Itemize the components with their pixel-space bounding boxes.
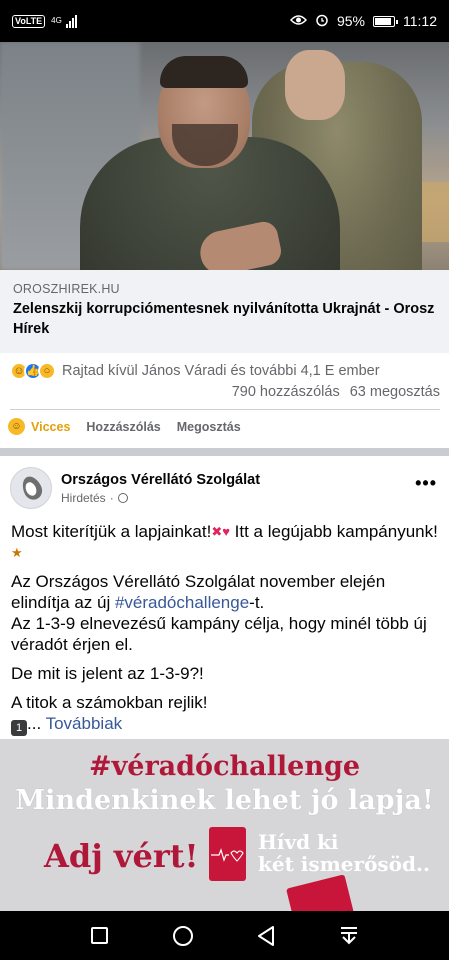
back-button[interactable] — [254, 924, 278, 948]
comments-count[interactable]: 790 hozzászólás — [232, 384, 340, 400]
circle-icon — [172, 925, 193, 946]
alarm-icon — [315, 13, 329, 30]
volte-badge: VoLTE — [12, 14, 46, 28]
signal-icon — [65, 14, 77, 28]
paragraph: Most kiterítjük a lapjainkat!✖♥ Itt a le… — [11, 521, 439, 563]
keycap-1-emoji: 1 — [11, 720, 27, 736]
banner-line: Hívd ki — [258, 830, 339, 854]
battery-icon — [373, 15, 398, 27]
status-bar: VoLTE 4G 95% 11:12 — [0, 0, 449, 42]
reactors-text: Rajtad kívül János Váradi és további 4,1… — [62, 363, 380, 379]
back-triangle-icon — [258, 925, 275, 946]
ad-post-header: Országos Vérellátó Szolgálat Hirdetés · — [10, 465, 440, 511]
reaction-label: Vicces — [31, 419, 71, 434]
sponsored-text: Hirdetés — [61, 490, 106, 505]
reactions-summary[interactable]: ☺ 👍 ○ Rajtad kívül János Váradi és továb… — [10, 362, 440, 380]
see-more-link[interactable]: Továbbiak — [46, 714, 123, 733]
paragraph: Az 1-3-9 elnevezésű kampány célja, hogy … — [11, 614, 427, 654]
sponsored-label: Hirdetés · — [61, 491, 260, 505]
clock: 11:12 — [403, 13, 437, 29]
ellipsis: ... — [27, 714, 46, 733]
paragraph: De mit is jelent az 1-3-9?! — [11, 664, 204, 683]
ad-post-body: Most kiterítjük a lapjainkat!✖♥ Itt a le… — [11, 521, 439, 744]
link-preview-meta[interactable]: OROSZHIREK.HU Zelenszkij korrupciómentes… — [0, 270, 449, 353]
text: Itt a legújabb kampányunk! — [229, 522, 438, 541]
share-button[interactable]: Megosztás — [177, 420, 241, 434]
home-button[interactable] — [171, 924, 195, 948]
banner-line: két ismerősöd.. — [258, 852, 430, 876]
reaction-button[interactable]: ☺ Vicces — [8, 418, 70, 435]
recent-apps-button[interactable] — [88, 924, 112, 948]
eye-icon — [289, 13, 307, 29]
link-domain: OROSZHIREK.HU — [13, 282, 120, 296]
system-nav-bar — [0, 911, 449, 960]
playing-card-icon — [209, 827, 246, 881]
link-preview-image[interactable] — [0, 42, 449, 270]
battery-percent: 95% — [336, 13, 365, 29]
notification-pull-button[interactable] — [337, 924, 361, 948]
more-options-button[interactable]: ••• — [415, 474, 437, 492]
playing-card-icon — [286, 874, 354, 911]
link-headline[interactable]: Zelenszkij korrupciómentesnek nyilváníto… — [13, 299, 436, 339]
engagement-counts: 790 hozzászólás 63 megosztás — [232, 384, 440, 400]
banner-call-to-action: Adj vért! — [44, 837, 199, 875]
globe-icon — [117, 492, 128, 503]
banner-slogan: Mindenkinek lehet jó lapja! — [15, 785, 434, 816]
haha-icon: ☺ — [8, 418, 25, 435]
text: -t. — [249, 593, 265, 612]
dot-separator: · — [109, 490, 114, 505]
square-icon — [91, 927, 109, 944]
post-action-bar: ☺ Vicces Hozzászólás Megosztás — [8, 418, 241, 435]
wow-reaction-icon: ○ — [38, 362, 56, 380]
cards-emoji-icon: ✖ — [211, 524, 223, 539]
feed-separator — [0, 448, 449, 456]
hashtag-link[interactable]: #véradóchallenge — [115, 593, 249, 612]
comment-button[interactable]: Hozzászólás — [86, 420, 160, 434]
shares-count[interactable]: 63 megosztás — [350, 384, 440, 400]
paragraph: Az Országos Vérellátó Szolgálat november… — [11, 571, 439, 613]
paragraph: A titok a számokban rejlik! — [11, 693, 208, 712]
banner-hashtag: #véradóchallenge — [88, 751, 361, 782]
hair — [160, 56, 248, 88]
star-struck-emoji-icon: ★ — [11, 545, 23, 560]
soldier-head — [285, 50, 345, 120]
paragraph: 1... Továbbiak — [11, 713, 439, 736]
page-avatar[interactable] — [10, 467, 52, 509]
page-name[interactable]: Országos Vérellátó Szolgálat — [61, 472, 260, 488]
divider — [10, 409, 440, 410]
heart-icon: ♥ — [222, 524, 230, 539]
ad-image[interactable]: #véradóchallenge Mindenkinek lehet jó la… — [0, 739, 449, 911]
text: Most kiterítjük a lapjainkat! — [11, 522, 212, 541]
network-type: 4G — [51, 16, 62, 25]
banner-challenge-text: Hívd ki két ismerősöd.. — [258, 831, 430, 875]
pull-down-icon — [341, 926, 358, 944]
